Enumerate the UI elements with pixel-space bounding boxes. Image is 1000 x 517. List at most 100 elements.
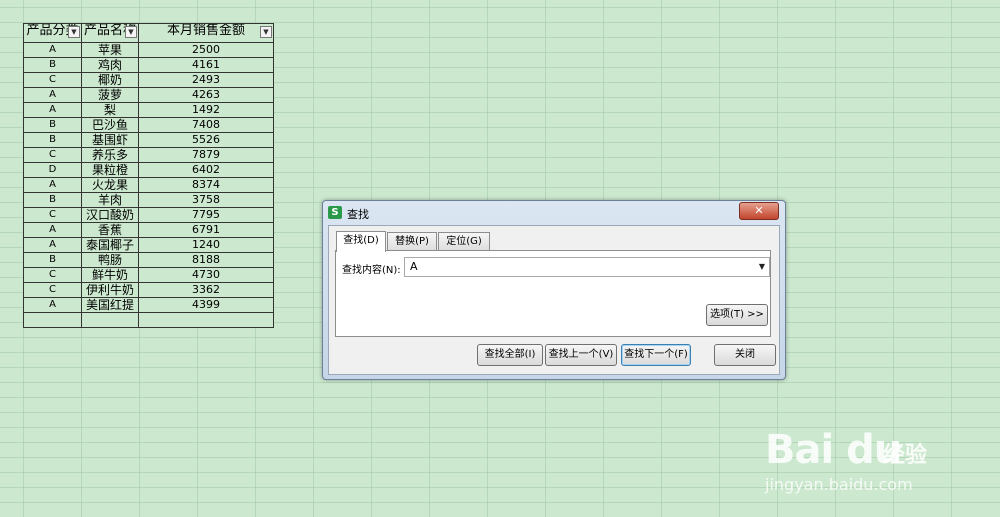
cell-category[interactable]: B [23,57,82,73]
table-row[interactable]: A 菠萝 4263 [23,87,274,103]
header-sales-amount[interactable]: 本月销售金额 ▼ [138,23,274,43]
dialog-body: 查找(D) 替换(P) 定位(G) 查找内容(N): A ▼ 选项(T) >> … [328,225,780,375]
cell-product-name[interactable]: 果粒橙 [81,162,139,178]
find-next-button[interactable]: 查找下一个(F) [621,344,691,366]
find-dialog: S 查找 ✕ 查找(D) 替换(P) 定位(G) 查找内容(N): A ▼ 选项… [322,200,786,380]
cell-category[interactable]: B [23,252,82,268]
cell-sales-amount[interactable]: 7879 [138,147,274,163]
find-previous-button[interactable]: 查找上一个(V) [545,344,617,366]
cell-product-name[interactable]: 苹果 [81,42,139,58]
cell-category[interactable]: A [23,42,82,58]
cell-category[interactable]: A [23,237,82,253]
filter-dropdown-icon[interactable]: ▼ [260,26,272,38]
cell-empty[interactable] [81,312,139,328]
cell-product-name[interactable]: 美国红提 [81,297,139,313]
cell-product-name[interactable]: 火龙果 [81,177,139,193]
cell-category[interactable]: D [23,162,82,178]
table-row[interactable]: A 火龙果 8374 [23,177,274,193]
cell-empty[interactable] [23,312,82,328]
table-row-empty[interactable] [23,312,274,328]
options-button[interactable]: 选项(T) >> [706,304,768,326]
cell-product-name[interactable]: 养乐多 [81,147,139,163]
table-row[interactable]: D 果粒橙 6402 [23,162,274,178]
tab-replace[interactable]: 替换(P) [387,232,437,251]
cell-sales-amount[interactable]: 1492 [138,102,274,118]
header-category[interactable]: 产品分类 ▼ [23,23,82,43]
cell-product-name[interactable]: 巴沙鱼 [81,117,139,133]
find-content-input[interactable]: A ▼ [404,257,770,277]
cell-sales-amount[interactable]: 6402 [138,162,274,178]
filter-dropdown-icon[interactable]: ▼ [125,26,137,38]
table-row[interactable]: B 羊肉 3758 [23,192,274,208]
cell-category[interactable]: B [23,192,82,208]
table-row[interactable]: C 鲜牛奶 4730 [23,267,274,283]
cell-sales-amount[interactable]: 3362 [138,282,274,298]
find-all-button[interactable]: 查找全部(I) [477,344,543,366]
dialog-title: 查找 [347,208,369,221]
cell-category[interactable]: C [23,207,82,223]
cell-sales-amount[interactable]: 6791 [138,222,274,238]
header-product-name[interactable]: 产品名称 ▼ [81,23,139,43]
cell-sales-amount[interactable]: 4263 [138,87,274,103]
table-row[interactable]: B 基围虾 5526 [23,132,274,148]
cell-sales-amount[interactable]: 1240 [138,237,274,253]
cell-product-name[interactable]: 梨 [81,102,139,118]
cell-category[interactable]: C [23,282,82,298]
cell-category[interactable]: A [23,87,82,103]
cell-sales-amount[interactable]: 2493 [138,72,274,88]
cell-product-name[interactable]: 基围虾 [81,132,139,148]
cell-category[interactable]: A [23,222,82,238]
table-header-row: 产品分类 ▼ 产品名称 ▼ 本月销售金额 ▼ [23,23,274,43]
table-row[interactable]: B 鸭肠 8188 [23,252,274,268]
cell-sales-amount[interactable]: 4399 [138,297,274,313]
table-row[interactable]: B 巴沙鱼 7408 [23,117,274,133]
tab-find[interactable]: 查找(D) [336,231,386,252]
tab-goto[interactable]: 定位(G) [438,232,490,251]
table-row[interactable]: C 椰奶 2493 [23,72,274,88]
table-row[interactable]: C 汉口酸奶 7795 [23,207,274,223]
cell-category[interactable]: C [23,147,82,163]
cell-category[interactable]: C [23,267,82,283]
cell-sales-amount[interactable]: 5526 [138,132,274,148]
cell-product-name[interactable]: 鸭肠 [81,252,139,268]
cell-category[interactable]: B [23,132,82,148]
table-row[interactable]: B 鸡肉 4161 [23,57,274,73]
table-row[interactable]: A 泰国椰子 1240 [23,237,274,253]
watermark-cn: 经验 [883,443,928,468]
cell-category[interactable]: A [23,177,82,193]
table-row[interactable]: A 香蕉 6791 [23,222,274,238]
cell-sales-amount[interactable]: 3758 [138,192,274,208]
cell-product-name[interactable]: 羊肉 [81,192,139,208]
cell-category[interactable]: A [23,297,82,313]
cell-sales-amount[interactable]: 8374 [138,177,274,193]
cell-product-name[interactable]: 香蕉 [81,222,139,238]
cell-sales-amount[interactable]: 7408 [138,117,274,133]
cell-category[interactable]: A [23,102,82,118]
filter-dropdown-icon[interactable]: ▼ [68,26,80,38]
cell-product-name[interactable]: 鸡肉 [81,57,139,73]
cell-product-name[interactable]: 鲜牛奶 [81,267,139,283]
cell-category[interactable]: C [23,72,82,88]
close-icon[interactable]: ✕ [739,202,779,220]
cell-product-name[interactable]: 椰奶 [81,72,139,88]
cell-sales-amount[interactable]: 8188 [138,252,274,268]
cell-empty[interactable] [138,312,274,328]
table-row[interactable]: C 养乐多 7879 [23,147,274,163]
table-row[interactable]: A 梨 1492 [23,102,274,118]
close-button[interactable]: 关闭 [714,344,776,366]
table-row[interactable]: A 苹果 2500 [23,42,274,58]
cell-product-name[interactable]: 汉口酸奶 [81,207,139,223]
cell-sales-amount[interactable]: 2500 [138,42,274,58]
dialog-titlebar[interactable]: S 查找 ✕ [323,201,785,223]
cell-sales-amount[interactable]: 4161 [138,57,274,73]
cell-sales-amount[interactable]: 4730 [138,267,274,283]
find-content-value[interactable]: A [410,260,418,273]
chevron-down-icon[interactable]: ▼ [759,262,765,271]
cell-product-name[interactable]: 菠萝 [81,87,139,103]
cell-sales-amount[interactable]: 7795 [138,207,274,223]
cell-category[interactable]: B [23,117,82,133]
cell-product-name[interactable]: 泰国椰子 [81,237,139,253]
table-row[interactable]: C 伊利牛奶 3362 [23,282,274,298]
table-row[interactable]: A 美国红提 4399 [23,297,274,313]
cell-product-name[interactable]: 伊利牛奶 [81,282,139,298]
